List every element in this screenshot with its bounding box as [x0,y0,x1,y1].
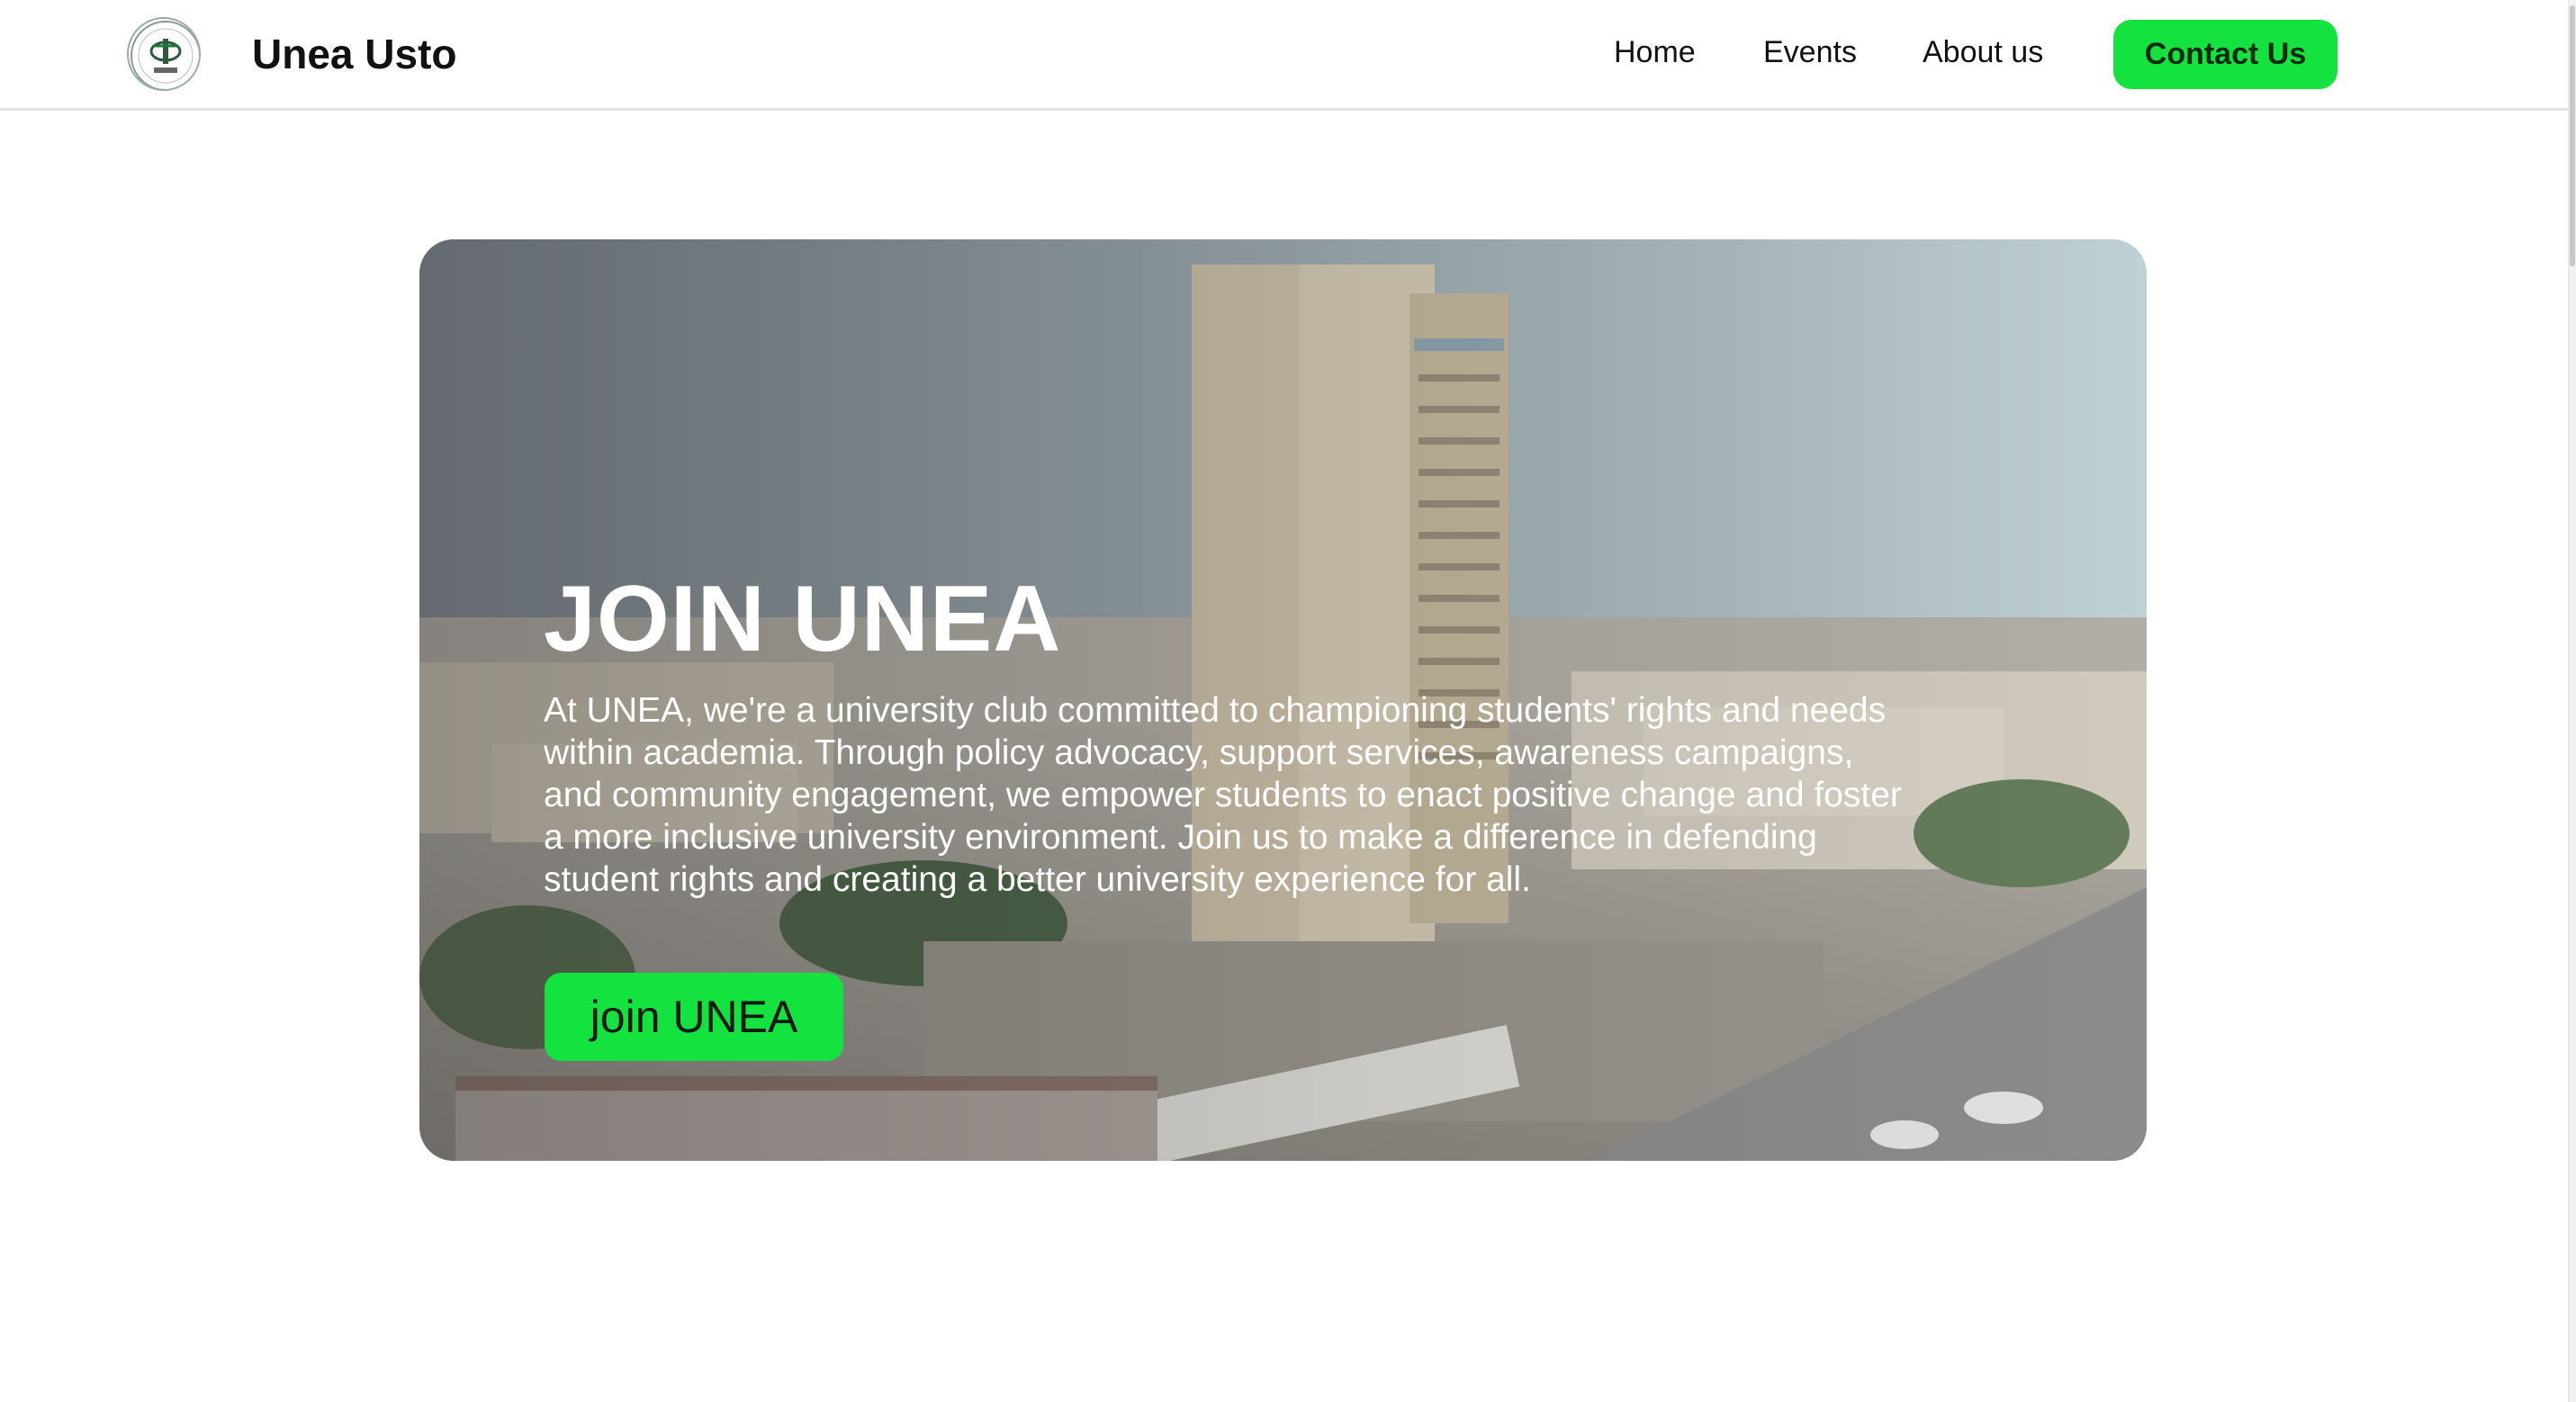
nav-home-link[interactable]: Home [1614,29,1696,76]
nav-about-link[interactable]: About us [1923,29,2043,76]
hero-description: At UNEA, we're a university club committ… [544,691,1902,899]
scrollbar-thumb[interactable] [2570,5,2575,266]
page-scrollbar[interactable] [2568,0,2576,1402]
brand-name[interactable]: Unea Usto [252,27,456,81]
join-unea-button[interactable]: join UNEA [545,973,843,1061]
unea-logo-icon[interactable] [127,17,201,91]
hero-banner: JOIN UNEA At UNEA, we're a university cl… [419,239,2147,1161]
site-header: Unea Usto Home Events About us Contact U… [0,0,2568,111]
nav-events-link[interactable]: Events [1763,29,1857,76]
hero-title: JOIN UNEA [544,567,1062,671]
contact-us-button[interactable]: Contact Us [2113,20,2337,89]
